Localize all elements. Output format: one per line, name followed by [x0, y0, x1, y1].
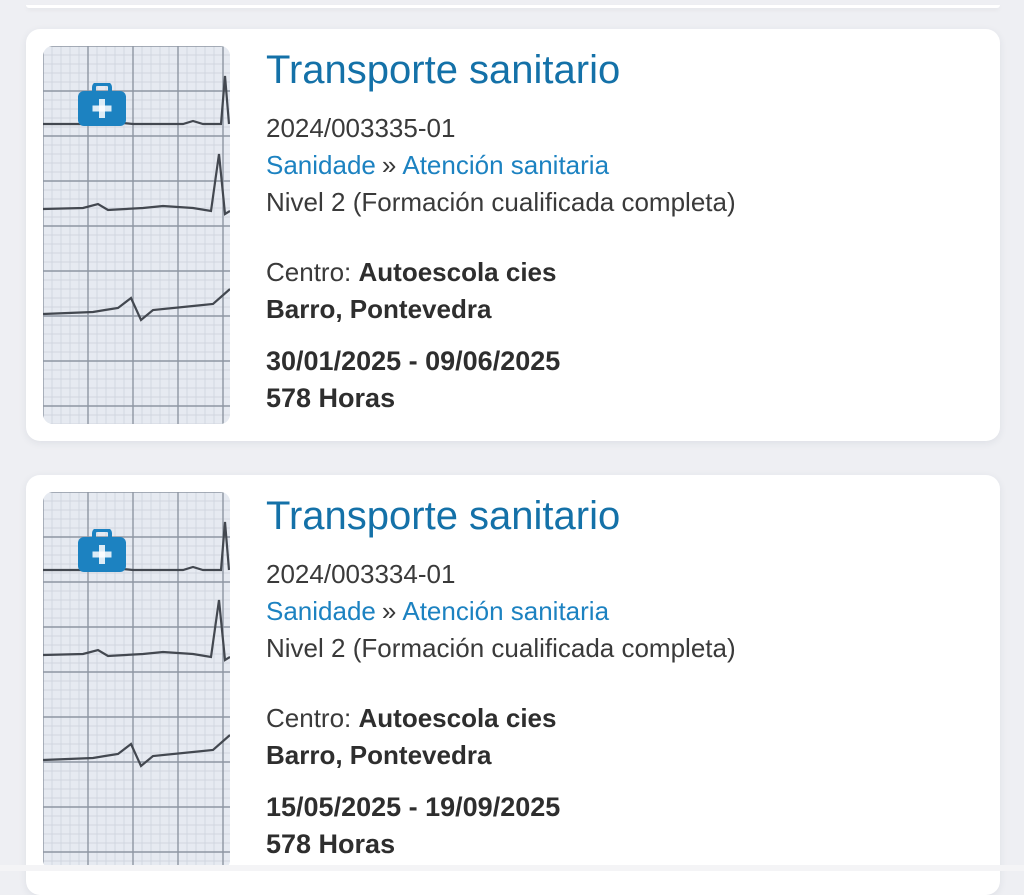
center-label: Centro: [266, 257, 352, 287]
course-title[interactable]: Transporte sanitario [266, 47, 980, 93]
course-image [43, 46, 230, 424]
ecg-paper-image [43, 46, 230, 424]
center-label: Centro: [266, 703, 352, 733]
course-code: 2024/003335-01 [266, 113, 456, 143]
breadcrumb-area-link[interactable]: Atención sanitaria [402, 150, 609, 180]
breadcrumb-separator: » [381, 150, 397, 180]
breadcrumb-separator: » [381, 596, 397, 626]
course-card[interactable]: Transporte sanitario 2024/003334-01 Sani… [26, 475, 1000, 895]
breadcrumb-family-link[interactable]: Sanidade [266, 150, 376, 180]
center-location: Barro, Pontevedra [266, 294, 492, 324]
breadcrumb-family-link[interactable]: Sanidade [266, 596, 376, 626]
ecg-paper-image [43, 492, 230, 870]
course-hours: 578 Horas [266, 383, 396, 413]
breadcrumb: Sanidade» Atención sanitaria [266, 593, 980, 630]
breadcrumb-area-link[interactable]: Atención sanitaria [402, 596, 609, 626]
course-level: Nivel 2 (Formación cualificada completa) [266, 633, 736, 663]
course-hours: 578 Horas [266, 829, 396, 859]
medical-kit-icon [78, 83, 126, 126]
course-dates: 15/05/2025 - 19/09/2025 [266, 792, 561, 822]
center-name: Autoescola cies [358, 257, 557, 287]
previous-card-edge [0, 0, 1024, 10]
medical-kit-icon [78, 529, 126, 572]
center-location: Barro, Pontevedra [266, 740, 492, 770]
course-title[interactable]: Transporte sanitario [266, 493, 980, 539]
course-card[interactable]: Transporte sanitario 2024/003335-01 Sani… [26, 29, 1000, 441]
course-code: 2024/003334-01 [266, 559, 456, 589]
center-name: Autoescola cies [358, 703, 557, 733]
course-level: Nivel 2 (Formación cualificada completa) [266, 187, 736, 217]
course-image [43, 492, 230, 870]
course-dates: 30/01/2025 - 09/06/2025 [266, 346, 561, 376]
breadcrumb: Sanidade» Atención sanitaria [266, 147, 980, 184]
bottom-edge [0, 865, 1024, 871]
